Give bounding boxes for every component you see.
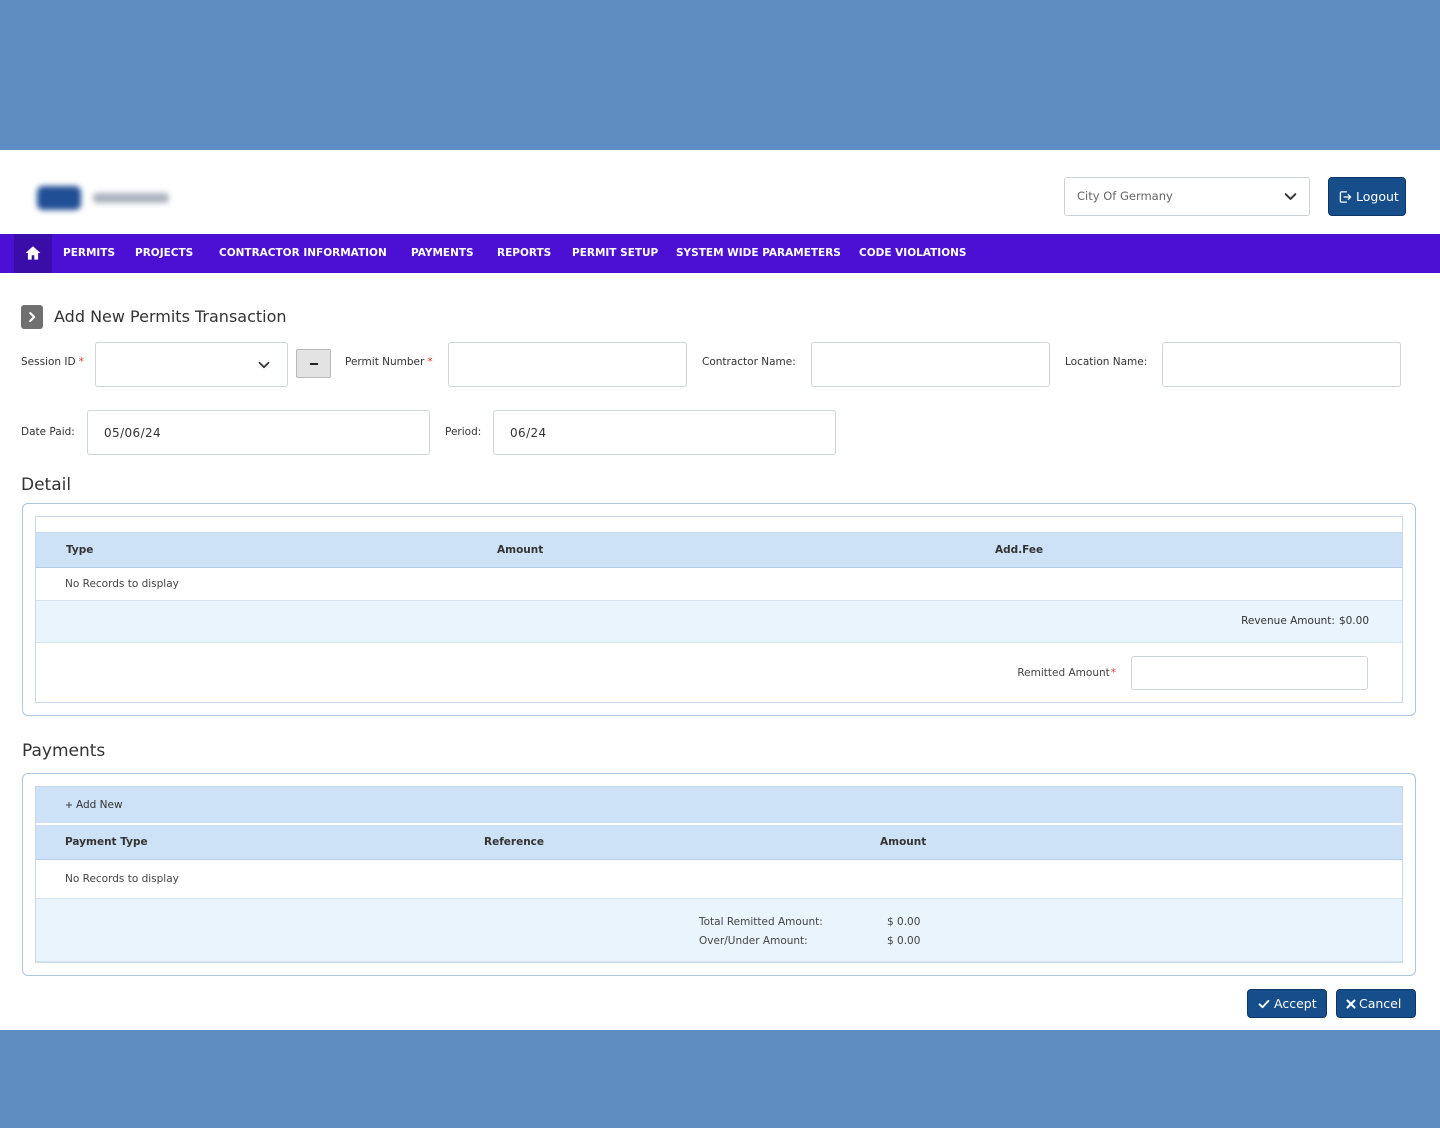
nav-home-button[interactable] xyxy=(14,234,52,273)
close-icon xyxy=(1346,999,1356,1009)
contractor-name-label: Contractor Name: xyxy=(702,356,796,368)
session-id-label-text: Session ID xyxy=(21,356,76,368)
logout-icon xyxy=(1339,190,1352,203)
organization-select-value: City Of Germany xyxy=(1077,189,1173,203)
required-mark: * xyxy=(78,356,84,368)
detail-panel: Type Amount Add.Fee No Records to displa… xyxy=(22,503,1416,716)
column-header-add-fee[interactable]: Add.Fee xyxy=(995,533,1043,567)
over-under-amount-value: $ 0.00 xyxy=(887,935,921,947)
required-mark: * xyxy=(1110,667,1116,679)
detail-grid: Type Amount Add.Fee No Records to displa… xyxy=(35,516,1403,703)
logout-button[interactable]: Logout xyxy=(1328,177,1406,216)
cancel-button[interactable]: Cancel xyxy=(1336,989,1416,1018)
main-content: Add New Permits Transaction Session ID * … xyxy=(0,273,1440,1030)
cancel-label: Cancel xyxy=(1359,996,1402,1011)
chevron-down-icon xyxy=(257,358,271,372)
remitted-amount-label: Remitted Amount* xyxy=(1017,666,1116,680)
revenue-amount-label: Revenue Amount: xyxy=(1241,615,1335,627)
detail-grid-header: Type Amount Add.Fee xyxy=(36,533,1402,568)
payments-panel: Add New Payment Type Reference Amount No… xyxy=(22,773,1416,976)
column-header-reference[interactable]: Reference xyxy=(484,825,544,859)
add-new-payment-button[interactable]: Add New xyxy=(65,787,123,823)
revenue-amount: Revenue Amount: $0.00 xyxy=(1241,601,1369,642)
chevron-down-icon xyxy=(1283,189,1298,204)
add-new-label: Add New xyxy=(76,799,123,811)
nav-item-system-wide-parameters[interactable]: SYSTEM WIDE PARAMETERS xyxy=(676,234,841,273)
session-id-label: Session ID * xyxy=(21,355,84,369)
detail-grid-toolbar xyxy=(36,517,1402,533)
logout-label: Logout xyxy=(1356,189,1399,204)
column-header-type[interactable]: Type xyxy=(66,533,93,567)
contractor-name-input[interactable] xyxy=(811,342,1050,387)
detail-grid-footer: Revenue Amount: $0.00 xyxy=(36,600,1402,643)
permit-number-label-text: Permit Number xyxy=(345,356,425,368)
total-remitted-amount-value: $ 0.00 xyxy=(887,916,921,928)
session-minus-button[interactable] xyxy=(296,349,331,378)
plus-icon xyxy=(65,801,73,809)
organization-select[interactable]: City Of Germany xyxy=(1064,177,1310,216)
chevron-right-icon xyxy=(26,311,38,323)
bottom-background-band xyxy=(0,1030,1440,1128)
accept-label: Accept xyxy=(1274,996,1317,1011)
detail-heading: Detail xyxy=(21,475,72,495)
top-background-band xyxy=(0,0,1440,150)
nav-item-payments[interactable]: PAYMENTS xyxy=(411,234,474,273)
period-input[interactable] xyxy=(493,410,836,455)
nav-item-code-violations[interactable]: CODE VIOLATIONS xyxy=(859,234,966,273)
detail-empty-row: No Records to display xyxy=(36,568,1402,600)
page-title: Add New Permits Transaction xyxy=(54,307,287,326)
home-icon xyxy=(25,245,41,261)
app-header: City Of Germany Logout xyxy=(0,150,1440,234)
payments-grid-header: Payment Type Reference Amount xyxy=(36,825,1402,860)
logo-mark xyxy=(37,186,81,210)
page: City Of Germany Logout PERMITS PROJECTS … xyxy=(0,0,1440,1128)
nav-item-projects[interactable]: PROJECTS xyxy=(135,234,193,273)
revenue-amount-value: $0.00 xyxy=(1338,615,1369,627)
logo-wordmark xyxy=(93,193,169,203)
nav-item-permit-setup[interactable]: PERMIT SETUP xyxy=(572,234,658,273)
required-mark: * xyxy=(427,356,433,368)
payments-grid-toolbar: Add New xyxy=(36,787,1402,823)
remitted-amount-row: Remitted Amount* xyxy=(36,643,1402,702)
payments-grid-footer: Total Remitted Amount: $ 0.00 Over/Under… xyxy=(36,898,1402,962)
payments-empty-text: No Records to display xyxy=(65,873,179,885)
payments-heading: Payments xyxy=(22,741,106,761)
permit-number-label: Permit Number * xyxy=(345,355,433,369)
column-header-payment-type[interactable]: Payment Type xyxy=(65,825,148,859)
minus-icon xyxy=(310,363,318,365)
over-under-amount-label: Over/Under Amount: xyxy=(699,935,808,947)
session-id-select[interactable] xyxy=(95,342,288,387)
date-paid-label: Date Paid: xyxy=(21,426,75,438)
main-nav: PERMITS PROJECTS CONTRACTOR INFORMATION … xyxy=(0,234,1440,273)
payments-empty-row: No Records to display xyxy=(36,860,1402,898)
total-remitted-amount-label: Total Remitted Amount: xyxy=(699,916,823,928)
period-label: Period: xyxy=(445,426,482,438)
location-name-label: Location Name: xyxy=(1065,356,1148,368)
title-toggle[interactable] xyxy=(21,305,43,329)
nav-item-contractor-information[interactable]: CONTRACTOR INFORMATION xyxy=(219,234,387,273)
column-header-amount[interactable]: Amount xyxy=(497,533,543,567)
remitted-amount-label-text: Remitted Amount xyxy=(1017,667,1110,679)
permit-number-input[interactable] xyxy=(448,342,687,387)
remitted-amount-input[interactable] xyxy=(1131,656,1368,690)
nav-item-permits[interactable]: PERMITS xyxy=(63,234,115,273)
date-paid-input[interactable] xyxy=(87,410,430,455)
payments-grid: Add New Payment Type Reference Amount No… xyxy=(35,786,1403,963)
column-header-amount[interactable]: Amount xyxy=(880,825,926,859)
location-name-input[interactable] xyxy=(1162,342,1401,387)
check-icon xyxy=(1258,998,1270,1010)
accept-button[interactable]: Accept xyxy=(1247,989,1327,1018)
logo[interactable] xyxy=(35,183,171,213)
nav-item-reports[interactable]: REPORTS xyxy=(497,234,551,273)
detail-empty-text: No Records to display xyxy=(65,578,179,590)
